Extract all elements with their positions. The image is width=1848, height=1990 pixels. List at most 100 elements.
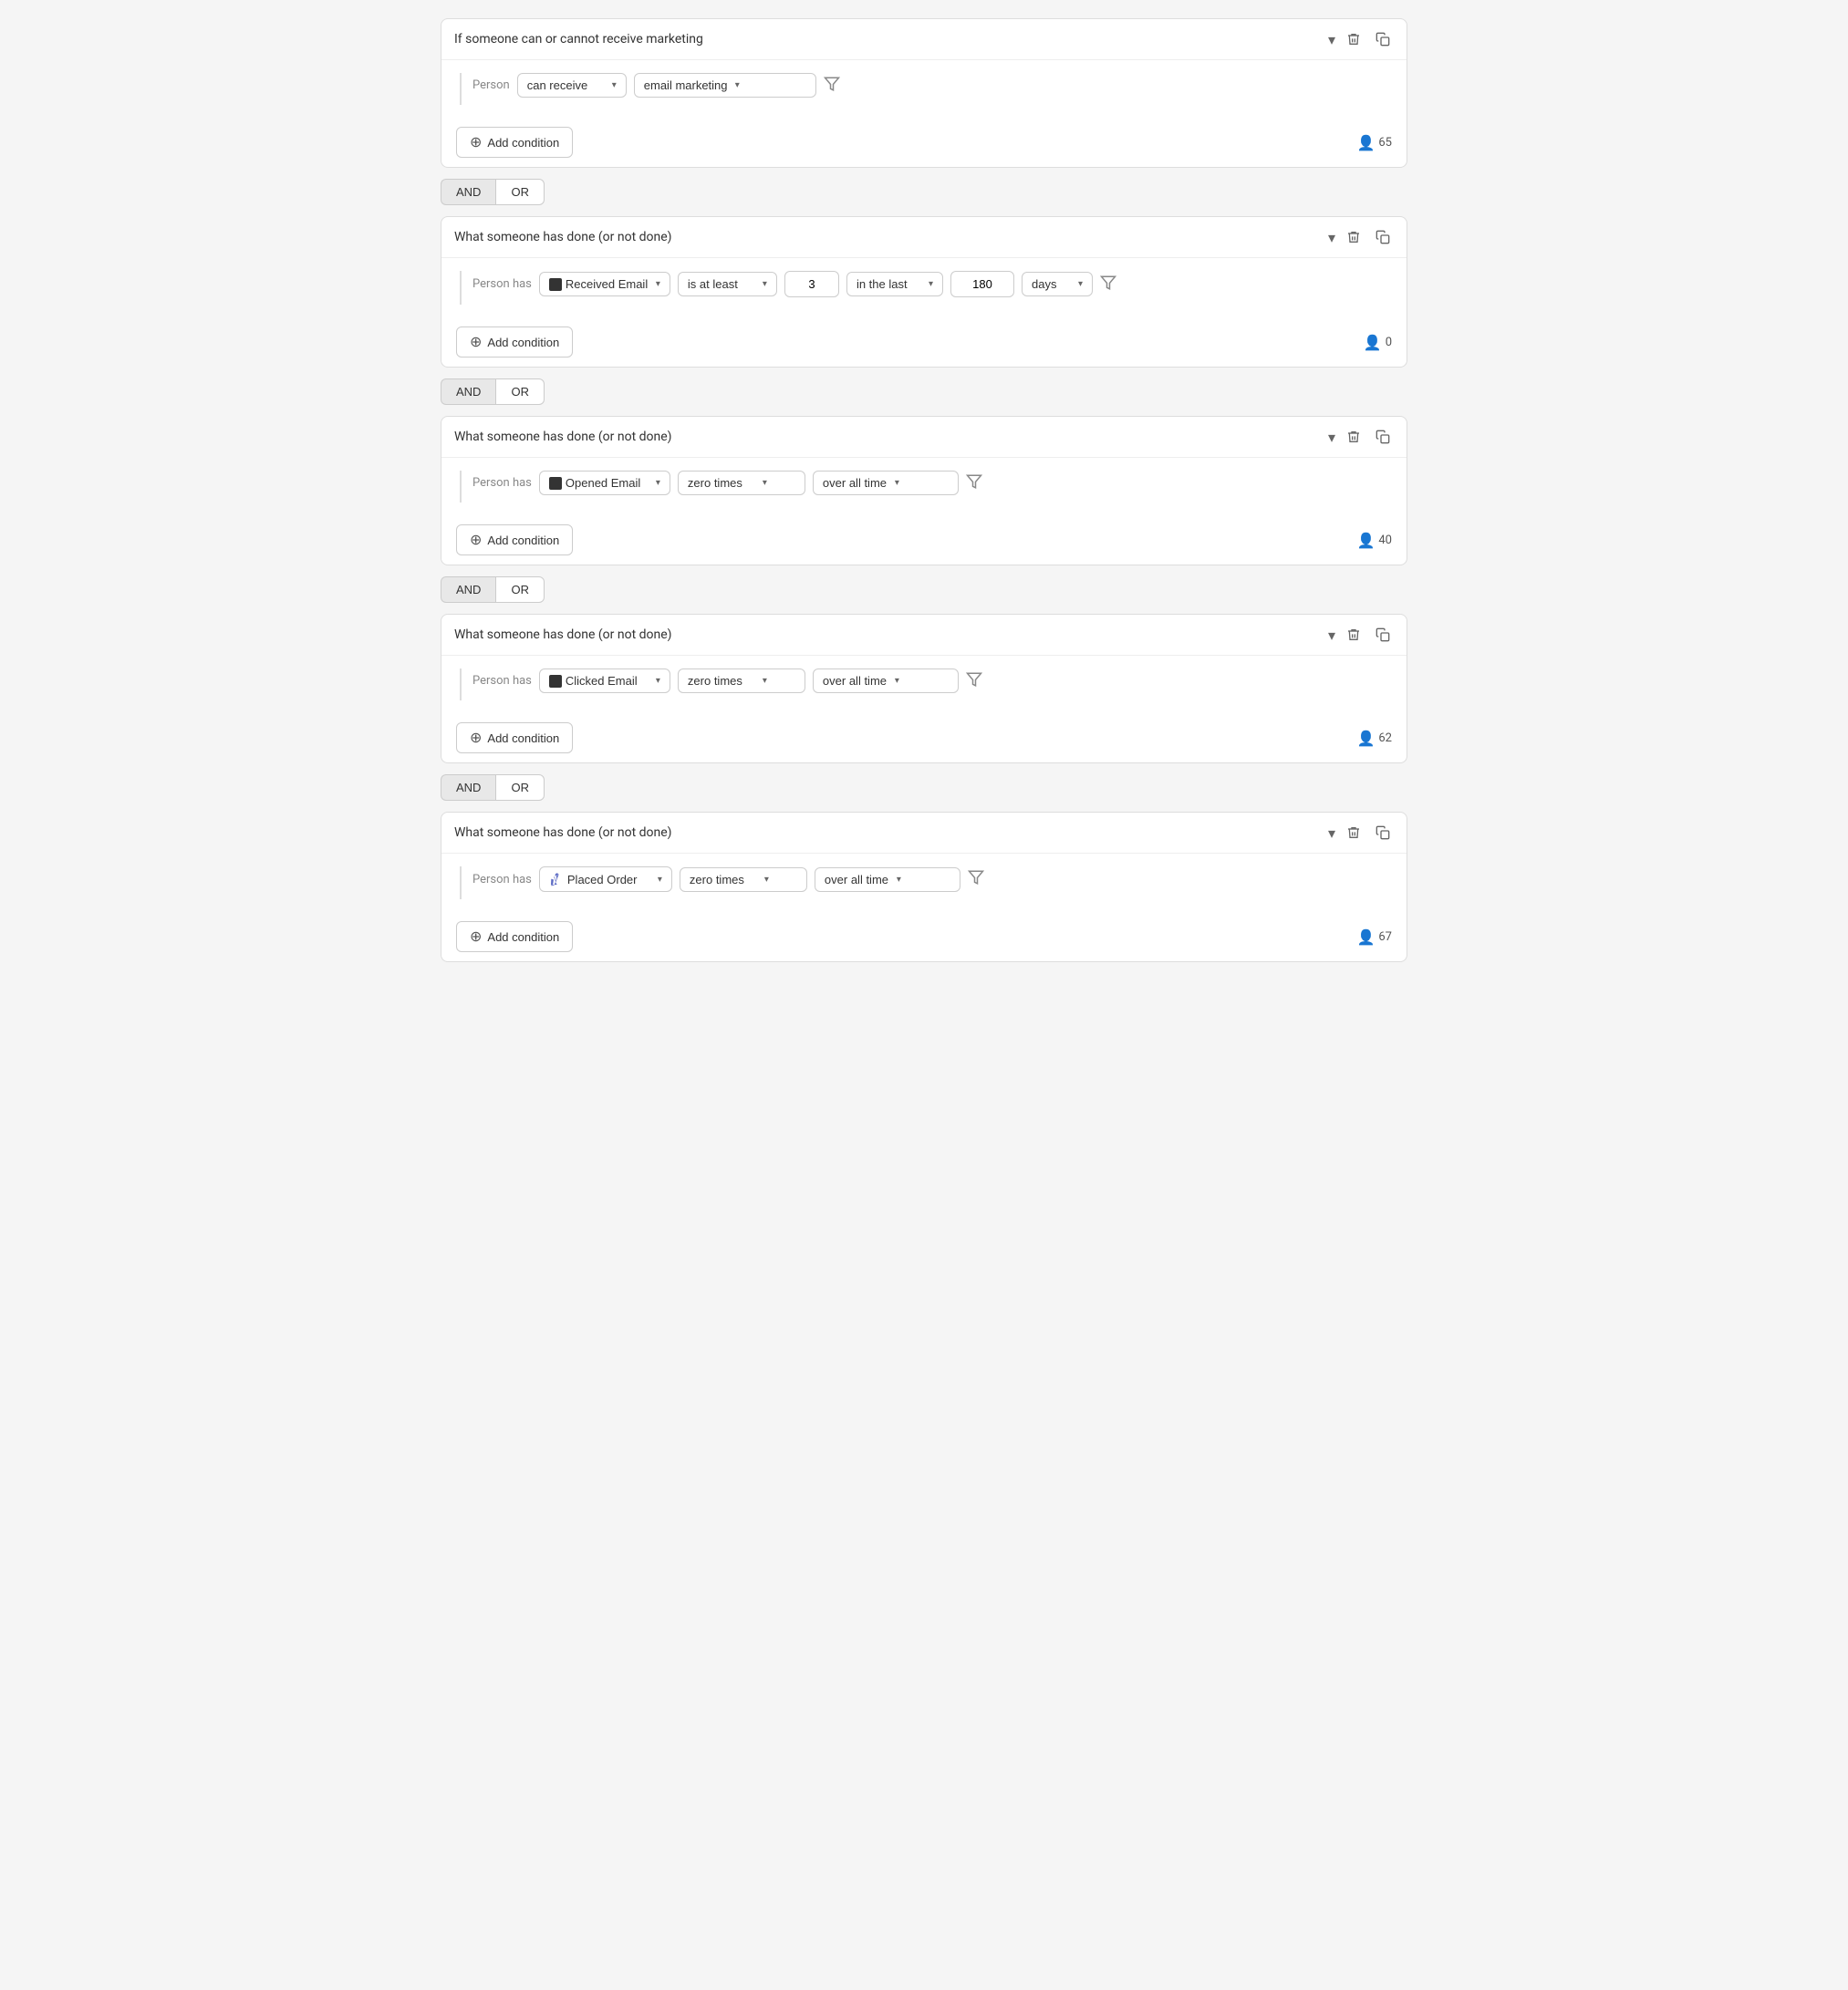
delete-button-5[interactable]	[1343, 822, 1365, 844]
frequency-select-5[interactable]: is at least zero times at least once ▾	[680, 867, 807, 892]
placed-order-select[interactable]: Received Email Opened Email Clicked Emai…	[567, 873, 650, 886]
copy-button-4[interactable]	[1372, 624, 1394, 646]
or-button-3[interactable]: OR	[495, 576, 545, 603]
opened-email-select[interactable]: Received Email Opened Email Clicked Emai…	[566, 476, 649, 490]
condition-body-2: Person has Received Email Opened Email C…	[441, 258, 1407, 317]
add-condition-button-4[interactable]: ⊕ Add condition	[456, 722, 573, 753]
frequency-select-2[interactable]: is at least zero times at least once ▾	[678, 272, 777, 296]
delete-button-2[interactable]	[1343, 226, 1365, 248]
count-badge-5: 👤 67	[1356, 928, 1392, 946]
condition-inner-4: Person has Received Email Opened Email C…	[456, 669, 1392, 700]
action-select-3[interactable]: Received Email Opened Email Clicked Emai…	[539, 471, 670, 495]
email-marketing-select[interactable]: email marketing sms marketing	[644, 78, 728, 92]
condition-body-4: Person has Received Email Opened Email C…	[441, 656, 1407, 713]
over-all-time-select-3[interactable]: in the last over all time	[823, 476, 888, 490]
condition-body-3: Person has Received Email Opened Email C…	[441, 458, 1407, 515]
select-arrow-4: ▾	[763, 279, 767, 289]
zero-times-select-4[interactable]: is at least zero times at least once	[688, 674, 755, 688]
add-condition-label-4: Add condition	[487, 731, 559, 745]
plus-icon-4: ⊕	[470, 729, 482, 747]
person-label-1: Person	[472, 78, 510, 92]
condition-body-1: Person can receive cannot receive ▾ emai…	[441, 60, 1407, 118]
condition-row-4: Person has Received Email Opened Email C…	[472, 669, 982, 693]
delete-button-4[interactable]	[1343, 624, 1365, 646]
and-button-1[interactable]: AND	[441, 179, 495, 205]
copy-button-1[interactable]	[1372, 28, 1394, 50]
filter-icon-2[interactable]	[1100, 275, 1116, 295]
clicked-email-select[interactable]: Received Email Opened Email Clicked Emai…	[566, 674, 649, 688]
copy-button-2[interactable]	[1372, 226, 1394, 248]
logic-separator-1: AND OR	[441, 179, 1407, 205]
received-email-select[interactable]: Received Email Opened Email Clicked Emai…	[566, 277, 649, 291]
filter-icon-5[interactable]	[968, 869, 984, 889]
action-select-4[interactable]: Received Email Opened Email Clicked Emai…	[539, 669, 670, 693]
indent-bar-5	[460, 866, 462, 899]
time-range-select-2[interactable]: in the last over all time ▾	[846, 272, 943, 296]
over-all-time-select-5[interactable]: in the last over all time	[825, 873, 889, 886]
delete-button-1[interactable]	[1343, 28, 1365, 50]
condition-inner-3: Person has Received Email Opened Email C…	[456, 471, 1392, 503]
condition-header-1: If someone can or cannot receive marketi…	[441, 19, 1407, 60]
frequency-select-3[interactable]: is at least zero times at least once ▾	[678, 471, 805, 495]
day-unit-select-2[interactable]: days weeks months ▾	[1022, 272, 1093, 296]
filter-icon-4[interactable]	[966, 671, 982, 691]
and-button-3[interactable]: AND	[441, 576, 495, 603]
add-condition-button-5[interactable]: ⊕ Add condition	[456, 921, 573, 952]
person-label-2: Person has	[472, 277, 532, 291]
number-input-2[interactable]	[784, 271, 839, 297]
condition-row-5: Person has Received Email Opened Email C…	[472, 866, 984, 892]
chevron-down-icon-2[interactable]: ▾	[1328, 229, 1335, 246]
plus-icon-5: ⊕	[470, 928, 482, 946]
filter-icon-3[interactable]	[966, 473, 982, 493]
zero-times-select-5[interactable]: is at least zero times at least once	[690, 873, 757, 886]
count-badge-1: 👤 65	[1356, 134, 1392, 151]
time-range-select-4[interactable]: in the last over all time ▾	[813, 669, 959, 693]
indent-bar-2	[460, 271, 462, 305]
filter-icon-1[interactable]	[824, 76, 840, 96]
days-input-2[interactable]	[950, 271, 1014, 297]
shopify-icon-5	[549, 872, 564, 886]
or-button-1[interactable]: OR	[495, 179, 545, 205]
add-condition-button-1[interactable]: ⊕ Add condition	[456, 127, 573, 158]
or-button-4[interactable]: OR	[495, 774, 545, 801]
person-icon-4: 👤	[1356, 730, 1375, 747]
and-button-2[interactable]: AND	[441, 378, 495, 405]
chevron-down-icon-1[interactable]: ▾	[1328, 31, 1335, 48]
frequency-select-4[interactable]: is at least zero times at least once ▾	[678, 669, 805, 693]
condition-header-actions-4: ▾	[1328, 624, 1394, 646]
copy-button-5[interactable]	[1372, 822, 1394, 844]
add-condition-button-2[interactable]: ⊕ Add condition	[456, 326, 573, 358]
or-button-2[interactable]: OR	[495, 378, 545, 405]
zero-times-select-3[interactable]: is at least zero times at least once	[688, 476, 755, 490]
field2-select-1[interactable]: email marketing sms marketing ▾	[634, 73, 816, 98]
days-unit-select[interactable]: days weeks months	[1032, 277, 1071, 291]
plus-icon-1: ⊕	[470, 133, 482, 151]
condition-header-actions-2: ▾	[1328, 226, 1394, 248]
field1-select-1[interactable]: can receive cannot receive ▾	[517, 73, 627, 98]
delete-button-3[interactable]	[1343, 426, 1365, 448]
action-select-2[interactable]: Received Email Opened Email Clicked Emai…	[539, 272, 670, 296]
time-range-select-3[interactable]: in the last over all time ▾	[813, 471, 959, 495]
chevron-down-icon-3[interactable]: ▾	[1328, 429, 1335, 446]
in-the-last-select[interactable]: in the last over all time	[857, 277, 921, 291]
add-condition-button-3[interactable]: ⊕ Add condition	[456, 524, 573, 555]
time-range-select-5[interactable]: in the last over all time ▾	[815, 867, 960, 892]
condition-title-4: What someone has done (or not done)	[454, 627, 1328, 642]
add-condition-label-5: Add condition	[487, 930, 559, 944]
copy-button-3[interactable]	[1372, 426, 1394, 448]
is-at-least-select[interactable]: is at least zero times at least once	[688, 277, 755, 291]
select-arrow-12: ▾	[895, 676, 899, 686]
action-select-5[interactable]: Received Email Opened Email Clicked Emai…	[539, 866, 672, 892]
condition-row-2: Person has Received Email Opened Email C…	[472, 271, 1116, 297]
and-button-4[interactable]: AND	[441, 774, 495, 801]
condition-footer-1: ⊕ Add condition 👤 65	[441, 118, 1407, 167]
can-receive-select[interactable]: can receive cannot receive	[527, 78, 605, 92]
condition-header-4: What someone has done (or not done) ▾	[441, 615, 1407, 656]
over-all-time-select-4[interactable]: in the last over all time	[823, 674, 888, 688]
email-icon-4	[549, 675, 562, 688]
condition-footer-4: ⊕ Add condition 👤 62	[441, 713, 1407, 762]
chevron-down-icon-5[interactable]: ▾	[1328, 824, 1335, 842]
add-condition-label-2: Add condition	[487, 336, 559, 349]
chevron-down-icon-4[interactable]: ▾	[1328, 627, 1335, 644]
logic-separator-2: AND OR	[441, 378, 1407, 405]
